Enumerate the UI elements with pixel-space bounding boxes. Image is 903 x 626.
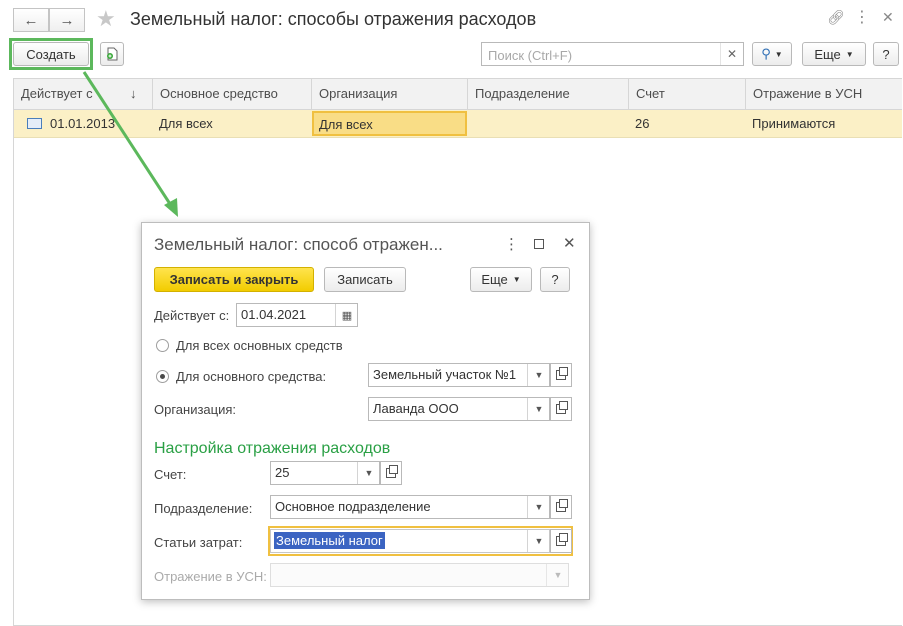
radio-one-asset[interactable] <box>156 370 169 383</box>
asset-field[interactable]: Земельный участок №1 ▼ <box>368 363 550 387</box>
org-field[interactable]: Лаванда ООО ▼ <box>368 397 550 421</box>
open-cost-button[interactable] <box>550 529 572 553</box>
settings-dialog: Земельный налог: способ отражен... ⋮ ✕ З… <box>141 222 590 600</box>
calendar-icon[interactable]: ▦ <box>335 304 358 326</box>
save-button[interactable]: Записать <box>324 267 406 292</box>
org-value: Лаванда ООО <box>373 401 459 416</box>
usn-field: ▼ <box>270 563 569 587</box>
dialog-menu-icon[interactable]: ⋮ <box>504 235 519 253</box>
open-icon <box>556 367 568 380</box>
dialog-close-icon[interactable]: ✕ <box>563 234 576 252</box>
account-label: Счет: <box>154 467 187 482</box>
org-label: Организация: <box>154 402 237 417</box>
open-division-button[interactable] <box>550 495 572 519</box>
chevron-down-icon[interactable]: ▼ <box>527 530 550 552</box>
cost-field[interactable]: Земельный налог ▼ <box>270 529 550 553</box>
division-value: Основное подразделение <box>275 499 431 514</box>
radio-all-assets-label: Для всех основных средств <box>176 338 343 353</box>
dialog-help-button[interactable]: ? <box>540 267 570 292</box>
section-title: Настройка отражения расходов <box>154 440 391 457</box>
open-org-button[interactable] <box>550 397 572 421</box>
account-value: 25 <box>275 465 290 480</box>
maximize-icon[interactable] <box>534 239 544 249</box>
radio-one-asset-label: Для основного средства: <box>176 369 327 384</box>
dialog-more-button[interactable]: Еще ▼ <box>470 267 532 292</box>
division-label: Подразделение: <box>154 501 253 516</box>
chevron-down-icon[interactable]: ▼ <box>527 398 550 420</box>
chevron-down-icon[interactable]: ▼ <box>527 364 550 386</box>
usn-label: Отражение в УСН: <box>154 569 267 584</box>
account-field[interactable]: 25 ▼ <box>270 461 380 485</box>
save-and-close-button[interactable]: Записать и закрыть <box>154 267 314 292</box>
asset-value: Земельный участок №1 <box>373 367 517 382</box>
date-label: Действует с: <box>154 308 230 323</box>
dialog-more-label: Еще <box>481 272 508 287</box>
date-field[interactable]: 01.04.2021 ▦ <box>236 303 358 327</box>
open-icon <box>556 499 568 512</box>
dialog-title: Земельный налог: способ отражен... <box>154 235 443 254</box>
chevron-down-icon[interactable]: ▼ <box>527 496 550 518</box>
open-icon <box>556 533 568 546</box>
radio-all-assets[interactable] <box>156 339 169 352</box>
chevron-down-icon: ▼ <box>546 564 569 586</box>
cost-label: Статьи затрат: <box>154 535 243 550</box>
cost-value: Земельный налог <box>274 532 385 549</box>
open-icon <box>386 465 398 478</box>
open-icon <box>556 401 568 414</box>
open-account-button[interactable] <box>380 461 402 485</box>
open-asset-button[interactable] <box>550 363 572 387</box>
chevron-down-icon[interactable]: ▼ <box>357 462 380 484</box>
chevron-down-icon: ▼ <box>512 275 521 284</box>
division-field[interactable]: Основное подразделение ▼ <box>270 495 550 519</box>
date-value: 01.04.2021 <box>241 307 307 322</box>
